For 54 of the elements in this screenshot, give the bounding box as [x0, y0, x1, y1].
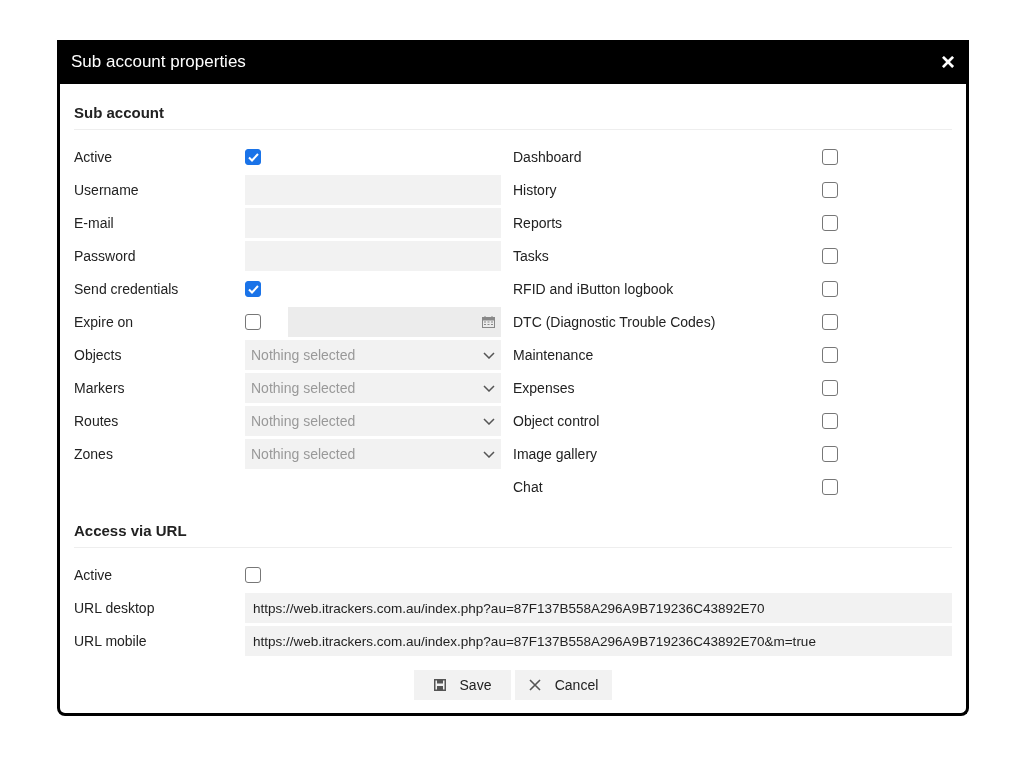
- field-label: URL desktop: [74, 600, 156, 616]
- field-label: Active: [74, 149, 114, 165]
- window-title: Sub account properties: [71, 52, 246, 72]
- field-label: Send credentials: [74, 281, 180, 297]
- permission-label: Reports: [513, 215, 564, 231]
- field-label: Zones: [74, 446, 114, 462]
- permission-label: Maintenance: [513, 347, 595, 363]
- chevron-down-icon: [483, 450, 495, 458]
- field-label: Active: [74, 567, 114, 583]
- calendar-icon[interactable]: [482, 316, 495, 328]
- section-heading: Access via URL: [74, 522, 187, 539]
- field-label: Username: [74, 182, 140, 198]
- permission-label: RFID and iButton logbook: [513, 281, 675, 297]
- field-label: Routes: [74, 413, 120, 429]
- checkbox[interactable]: [822, 314, 838, 330]
- checkbox[interactable]: [822, 215, 838, 231]
- chevron-down-icon: [483, 417, 495, 425]
- section-heading: Sub account: [74, 104, 164, 121]
- permission-label: Dashboard: [513, 149, 583, 165]
- field-label: Password: [74, 248, 137, 264]
- chevron-down-icon: [483, 384, 495, 392]
- permission-label: Object control: [513, 413, 601, 429]
- checkbox[interactable]: [245, 149, 261, 165]
- checkbox[interactable]: [822, 479, 838, 495]
- permission-label: DTC (Diagnostic Trouble Codes): [513, 314, 717, 330]
- checkbox[interactable]: [822, 248, 838, 264]
- permission-label: Chat: [513, 479, 544, 495]
- checkbox[interactable]: [822, 380, 838, 396]
- checkbox[interactable]: [245, 314, 261, 330]
- permission-label: Expenses: [513, 380, 576, 396]
- permission-label: History: [513, 182, 558, 198]
- cancel-button[interactable]: Cancel: [515, 670, 612, 700]
- field-label: Expire on: [74, 314, 135, 330]
- checkbox[interactable]: [822, 182, 838, 198]
- field-label: Objects: [74, 347, 123, 363]
- field-label: URL mobile: [74, 633, 148, 649]
- field-label: E-mail: [74, 215, 115, 231]
- permission-label: Image gallery: [513, 446, 599, 462]
- checkbox[interactable]: [822, 413, 838, 429]
- checkbox[interactable]: [822, 446, 838, 462]
- save-button[interactable]: Save: [414, 670, 511, 700]
- close-button[interactable]: ×: [941, 50, 955, 74]
- field-label: Markers: [74, 380, 126, 396]
- checkbox[interactable]: [822, 281, 838, 297]
- chevron-down-icon: [483, 351, 495, 359]
- checkbox[interactable]: [245, 567, 261, 583]
- checkbox[interactable]: [245, 281, 261, 297]
- permission-label: Tasks: [513, 248, 550, 264]
- checkbox[interactable]: [822, 149, 838, 165]
- checkbox[interactable]: [822, 347, 838, 363]
- url-field[interactable]: https://web.itrackers.com.au/index.php?au=87F137B558A296A9B719236C43892E70&m=true: [245, 626, 952, 656]
- date-field[interactable]: [288, 307, 501, 337]
- close-icon: [528, 679, 541, 691]
- url-field[interactable]: https://web.itrackers.com.au/index.php?au=87F137B558A296A9B719236C43892E70: [245, 593, 952, 623]
